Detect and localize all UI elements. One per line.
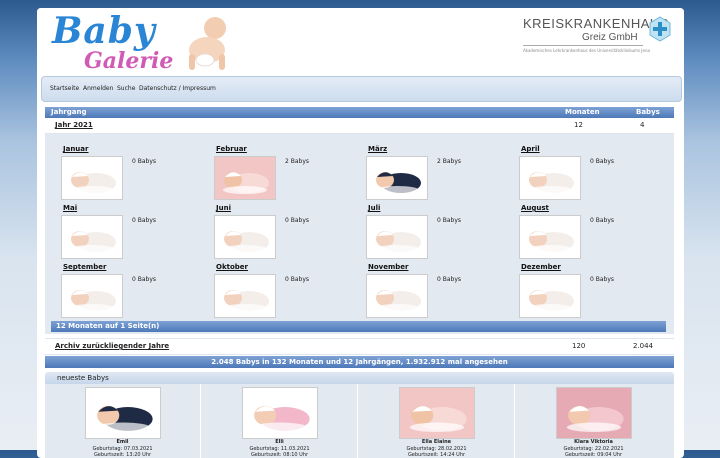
baby-placeholder-image[interactable]	[61, 274, 123, 318]
baby-placeholder-image[interactable]	[61, 215, 123, 259]
months-pagination-bar: 12 Monaten auf 1 Seite(n)	[51, 321, 666, 332]
month-count: 0 Babys	[590, 276, 615, 283]
baby-photo-image[interactable]	[366, 156, 428, 200]
nav-startseite[interactable]: Startseite	[50, 85, 79, 92]
baby-placeholder-image[interactable]	[214, 215, 276, 259]
month-oktober[interactable]: Oktober 0 Babys	[212, 261, 362, 319]
baby-placeholder-image[interactable]	[214, 274, 276, 318]
month-count: 0 Babys	[285, 276, 310, 283]
year-months-count: 12	[574, 121, 583, 129]
month-name[interactable]: Februar	[216, 145, 247, 153]
month-count: 0 Babys	[590, 217, 615, 224]
month-mai[interactable]: Mai 0 Babys	[59, 202, 209, 260]
baby-placeholder-image[interactable]	[519, 156, 581, 200]
logo-galerie-text[interactable]: Galerie	[84, 48, 173, 74]
baby-placeholder-image[interactable]	[366, 274, 428, 318]
hospital-logo-icon	[649, 16, 671, 42]
baby-placeholder-image[interactable]	[61, 156, 123, 200]
month-februar[interactable]: Februar 2 Babys	[212, 143, 362, 201]
baby-birth-time: Geburtszeit: 08:10 Uhr	[250, 452, 309, 458]
month-name[interactable]: November	[368, 263, 408, 271]
baby-placeholder-image[interactable]	[366, 215, 428, 259]
month-name[interactable]: April	[521, 145, 540, 153]
page: Baby Galerie KREISKRANKENHAUS Greiz GmbH…	[37, 8, 684, 458]
month-name[interactable]: Dezember	[521, 263, 561, 271]
hospital-note: Akademisches Lehrkrankenhaus des Univers…	[523, 48, 650, 53]
month-count: 0 Babys	[132, 276, 157, 283]
baby-name: Ella Elaine	[421, 439, 452, 445]
month-count: 0 Babys	[437, 217, 462, 224]
month-count: 0 Babys	[132, 217, 157, 224]
baby-birth-time: Geburtszeit: 14:24 Uhr	[407, 452, 466, 458]
month-count: 0 Babys	[590, 158, 615, 165]
baby-placeholder-image[interactable]	[519, 215, 581, 259]
baby-birth-time: Geburtszeit: 09:04 Uhr	[564, 452, 623, 458]
newest-baby-card[interactable]: Emil Geburtstag: 07.03.2021 Geburtszeit:…	[45, 384, 201, 458]
table-header: Jahrgang Monaten Babys	[45, 107, 674, 118]
month-name[interactable]: Juli	[368, 204, 380, 212]
month-april[interactable]: April 0 Babys	[517, 143, 667, 201]
month-juli[interactable]: Juli 0 Babys	[364, 202, 514, 260]
month-name[interactable]: August	[521, 204, 549, 212]
year-row: Jahr 2021 12 4	[45, 119, 674, 134]
month-august[interactable]: August 0 Babys	[517, 202, 667, 260]
month-name[interactable]: September	[63, 263, 106, 271]
nav-anmelden[interactable]: Anmelden	[83, 85, 113, 92]
month-name[interactable]: Januar	[63, 145, 88, 153]
crawling-baby-image	[189, 17, 226, 70]
baby-photo-image[interactable]	[214, 156, 276, 200]
baby-photo-image[interactable]	[242, 387, 318, 439]
month-count: 0 Babys	[437, 276, 462, 283]
col-monaten: Monaten	[565, 108, 600, 116]
baby-birth-time: Geburtszeit: 13:20 Uhr	[93, 452, 152, 458]
newest-baby-card[interactable]: Klara Viktoria Geburtstag: 22.02.2021 Ge…	[516, 384, 671, 458]
month-name[interactable]: Oktober	[216, 263, 248, 271]
month-november[interactable]: November 0 Babys	[364, 261, 514, 319]
header: Baby Galerie KREISKRANKENHAUS Greiz GmbH…	[37, 8, 684, 78]
baby-name: Emil	[116, 439, 129, 445]
month-januar[interactable]: Januar 0 Babys	[59, 143, 209, 201]
nav-suche[interactable]: Suche	[117, 85, 135, 92]
hospital-divider	[523, 45, 643, 46]
archive-babies-count: 2.044	[633, 342, 654, 350]
col-jahrgang: Jahrgang	[51, 108, 87, 116]
month-juni[interactable]: Juni 0 Babys	[212, 202, 362, 260]
baby-photo-image[interactable]	[85, 387, 161, 439]
archive-link[interactable]: Archiv zurückliegender Jahre	[55, 342, 169, 350]
newest-baby-card[interactable]: Elli Geburtstag: 11.03.2021 Geburtszeit:…	[202, 384, 358, 458]
baby-photo-image[interactable]	[399, 387, 475, 439]
main-navigation: Startseite Anmelden Suche Datenschutz / …	[41, 76, 682, 102]
month-name[interactable]: März	[368, 145, 387, 153]
baby-placeholder-image[interactable]	[519, 274, 581, 318]
baby-name: Klara Viktoria	[574, 439, 613, 445]
month-count: 2 Babys	[437, 158, 462, 165]
baby-photo-image[interactable]	[556, 387, 632, 439]
month-name[interactable]: Juni	[216, 204, 231, 212]
nav-datenschutz-impressum[interactable]: Datenschutz / Impressum	[139, 85, 216, 92]
summary-bar: 2.048 Babys in 132 Monaten und 12 Jahrgä…	[45, 356, 674, 368]
newest-baby-card[interactable]: Ella Elaine Geburtstag: 28.02.2021 Gebur…	[359, 384, 515, 458]
month-september[interactable]: September 0 Babys	[59, 261, 209, 319]
newest-babies-header: neueste Babys	[45, 372, 674, 384]
logo-baby-text[interactable]: Baby	[52, 10, 156, 52]
year-babies-count: 4	[640, 121, 645, 129]
col-babys: Babys	[636, 108, 660, 116]
month-maerz[interactable]: März 2 Babys	[364, 143, 514, 201]
newest-babies-row: Emil Geburtstag: 07.03.2021 Geburtszeit:…	[45, 384, 674, 458]
month-name[interactable]: Mai	[63, 204, 77, 212]
archive-months-count: 120	[572, 342, 586, 350]
month-count: 0 Babys	[132, 158, 157, 165]
year-link[interactable]: Jahr 2021	[55, 121, 93, 129]
month-dezember[interactable]: Dezember 0 Babys	[517, 261, 667, 319]
month-count: 0 Babys	[285, 217, 310, 224]
month-count: 2 Babys	[285, 158, 310, 165]
hospital-subtitle: Greiz GmbH	[582, 32, 638, 43]
months-grid: Januar 0 Babys Februar 2 Babys März 2 Ba…	[45, 134, 674, 334]
archive-row: Archiv zurückliegender Jahre 120 2.044	[45, 338, 674, 355]
baby-name: Elli	[275, 439, 284, 445]
